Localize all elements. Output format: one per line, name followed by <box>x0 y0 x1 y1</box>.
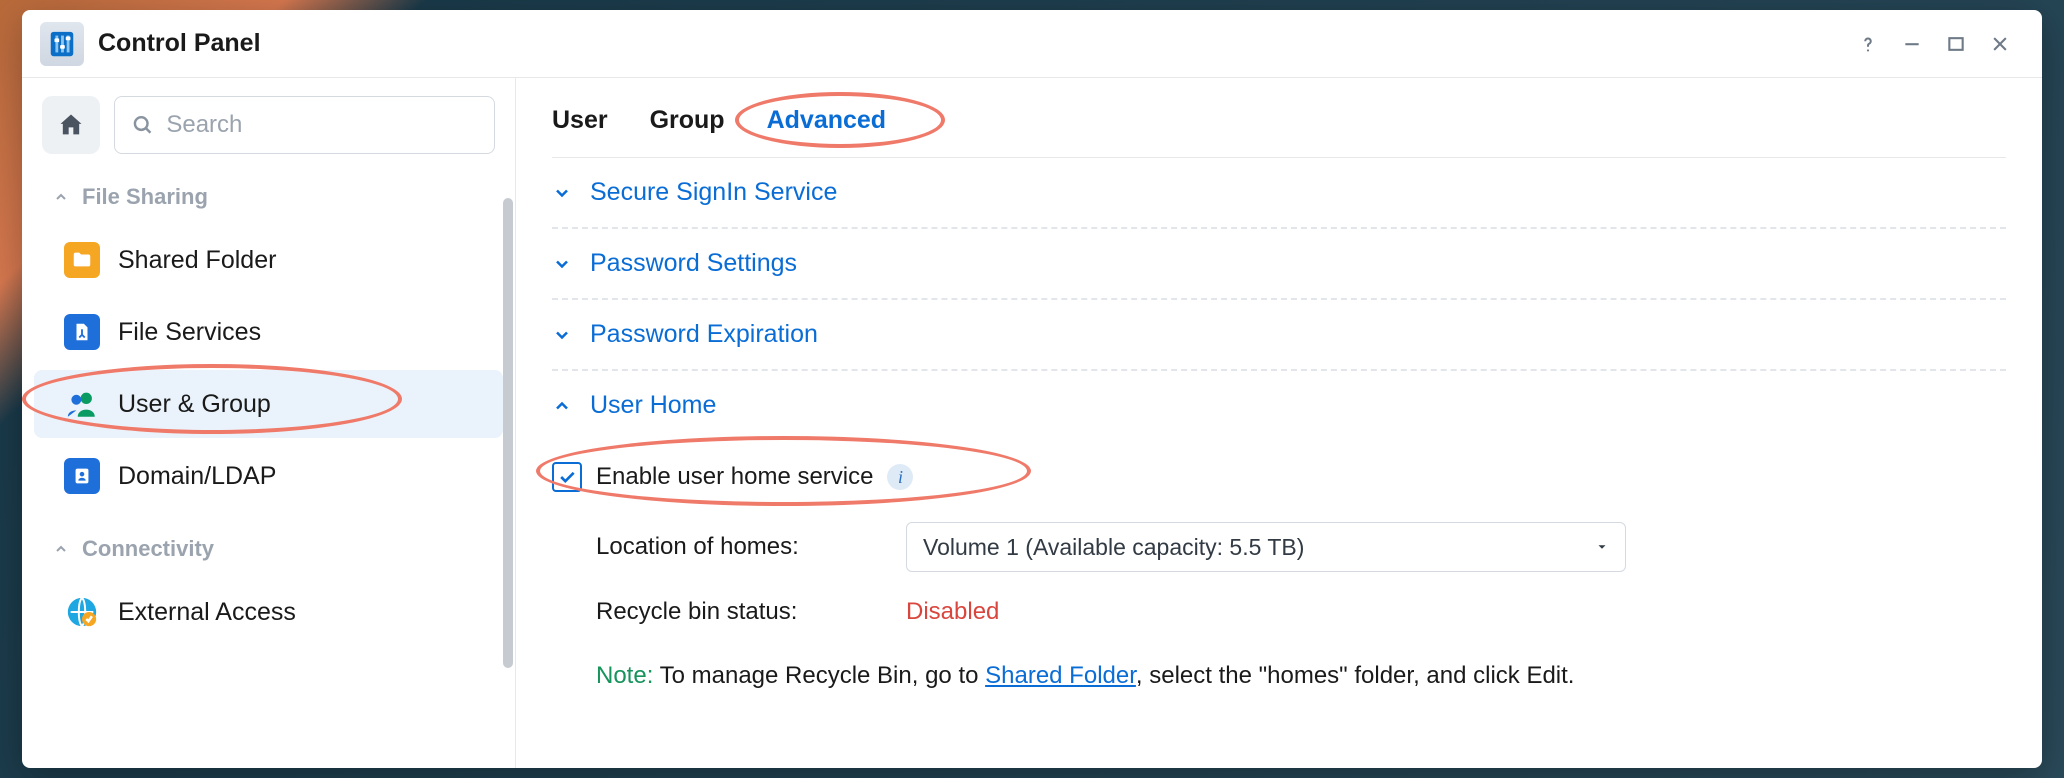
tab-label: Advanced <box>767 106 886 134</box>
search-input[interactable] <box>166 111 478 139</box>
section-label: Connectivity <box>82 536 214 562</box>
enable-user-home-checkbox[interactable] <box>552 462 582 492</box>
tab-user[interactable]: User <box>552 106 608 139</box>
folder-icon <box>64 242 100 278</box>
search-icon <box>131 112 154 138</box>
section-label: File Sharing <box>82 184 208 210</box>
sidebar-item-label: File Services <box>118 318 261 347</box>
sidebar-item-shared-folder[interactable]: Shared Folder <box>34 226 503 294</box>
chevron-up-icon <box>552 396 572 416</box>
accordion-user-home[interactable]: User Home <box>552 371 2006 440</box>
sidebar-item-file-services[interactable]: File Services <box>34 298 503 366</box>
shared-folder-link[interactable]: Shared Folder <box>985 662 1136 689</box>
window-title: Control Panel <box>98 29 261 58</box>
control-panel-icon <box>40 22 84 66</box>
accordion-password-expiration[interactable]: Password Expiration <box>552 300 2006 371</box>
recycle-row: Recycle bin status: Disabled <box>552 590 2006 644</box>
maximize-button[interactable] <box>1934 22 1978 66</box>
domain-ldap-icon <box>64 458 100 494</box>
chevron-down-icon <box>552 325 572 345</box>
recycle-label: Recycle bin status: <box>596 598 906 626</box>
note-row: Note: To manage Recycle Bin, go to Share… <box>552 644 2006 690</box>
select-value: Volume 1 (Available capacity: 5.5 TB) <box>923 534 1304 561</box>
section-file-sharing[interactable]: File Sharing <box>22 176 515 222</box>
close-icon <box>1990 34 2010 54</box>
accordion-title: User Home <box>590 391 716 420</box>
location-select[interactable]: Volume 1 (Available capacity: 5.5 TB) <box>906 522 1626 572</box>
caret-down-icon <box>1595 540 1609 554</box>
note-text-pre: To manage Recycle Bin, go to <box>653 662 985 689</box>
tabs: User Group Advanced <box>552 78 2006 158</box>
tab-advanced[interactable]: Advanced <box>767 106 886 139</box>
accordion-title: Password Settings <box>590 249 797 278</box>
help-icon <box>1857 33 1879 55</box>
main-content: User Group Advanced Secure SignIn Servic… <box>516 78 2042 768</box>
accordion-title: Password Expiration <box>590 320 818 349</box>
help-button[interactable] <box>1846 22 1890 66</box>
file-services-icon <box>64 314 100 350</box>
accordion-secure-signin[interactable]: Secure SignIn Service <box>552 158 2006 229</box>
sidebar-item-label: External Access <box>118 598 296 627</box>
location-label: Location of homes: <box>596 533 906 561</box>
sidebar-item-label: Domain/LDAP <box>118 462 276 491</box>
sidebar-scrollbar[interactable] <box>503 198 513 668</box>
chevron-up-icon <box>52 189 70 205</box>
note-label: Note: <box>596 662 653 689</box>
home-icon <box>57 111 85 139</box>
note-text-post: , select the "homes" folder, and click E… <box>1136 662 1575 689</box>
section-connectivity[interactable]: Connectivity <box>22 528 515 574</box>
window-titlebar: Control Panel <box>22 10 2042 78</box>
sliders-icon <box>47 29 77 59</box>
sidebar-item-label: Shared Folder <box>118 246 276 275</box>
external-access-icon <box>64 594 100 630</box>
accordion-title: Secure SignIn Service <box>590 178 837 207</box>
sidebar: File Sharing Shared Folder File Services… <box>22 78 516 768</box>
search-field-wrap[interactable] <box>114 96 495 154</box>
recycle-status: Disabled <box>906 598 999 626</box>
minimize-icon <box>1902 34 1922 54</box>
user-home-panel: Enable user home service i Location of h… <box>552 440 2006 690</box>
sidebar-item-external-access[interactable]: External Access <box>34 578 503 646</box>
home-button[interactable] <box>42 96 100 154</box>
sidebar-item-domain-ldap[interactable]: Domain/LDAP <box>34 442 503 510</box>
checkbox-label: Enable user home service <box>596 463 873 491</box>
maximize-icon <box>1946 34 1966 54</box>
tab-group[interactable]: Group <box>650 106 725 139</box>
sidebar-item-user-group[interactable]: User & Group <box>34 370 503 438</box>
user-group-icon <box>64 386 100 422</box>
info-button[interactable]: i <box>887 464 913 490</box>
close-button[interactable] <box>1978 22 2022 66</box>
minimize-button[interactable] <box>1890 22 1934 66</box>
chevron-down-icon <box>552 183 572 203</box>
check-icon <box>557 467 577 487</box>
window-body: File Sharing Shared Folder File Services… <box>22 78 2042 768</box>
chevron-up-icon <box>52 541 70 557</box>
location-row: Location of homes: Volume 1 (Available c… <box>552 514 2006 590</box>
control-panel-window: Control Panel <box>22 10 2042 768</box>
chevron-down-icon <box>552 254 572 274</box>
accordion-password-settings[interactable]: Password Settings <box>552 229 2006 300</box>
sidebar-item-label: User & Group <box>118 390 271 419</box>
